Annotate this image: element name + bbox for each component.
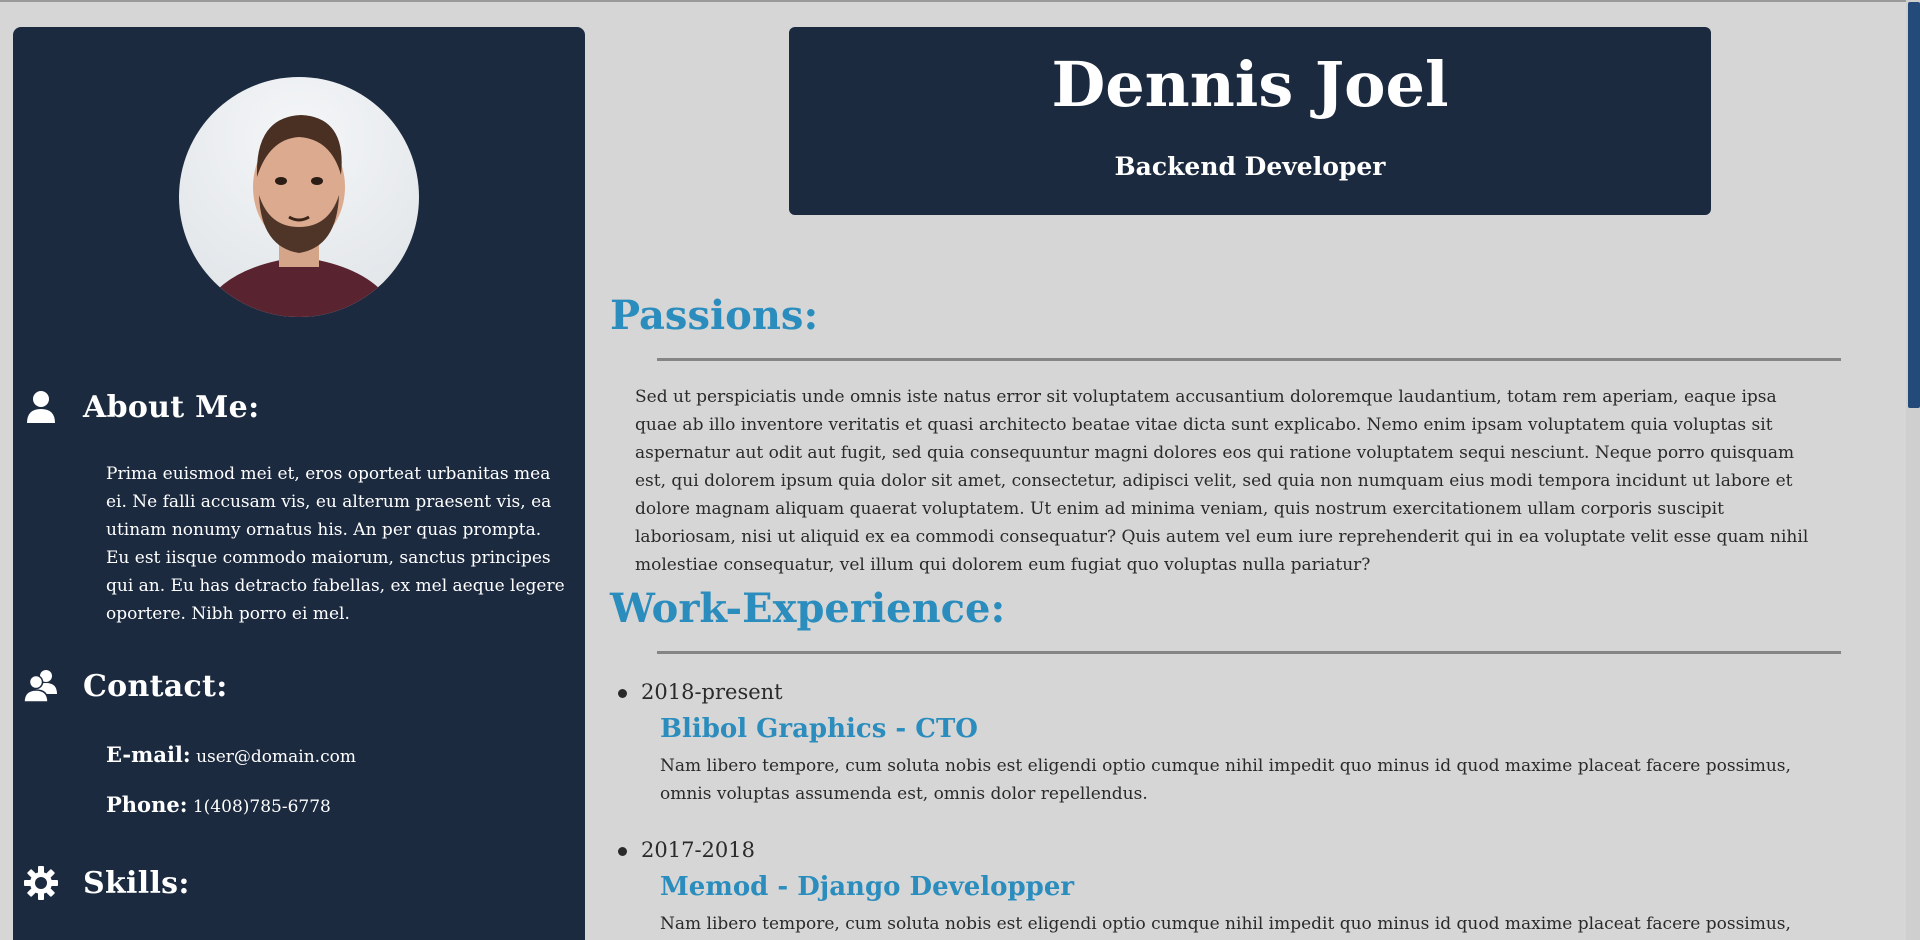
contact-heading: Contact: bbox=[83, 668, 228, 704]
contact-heading-row: Contact: bbox=[23, 668, 228, 704]
profile-name: Dennis Joel bbox=[1051, 48, 1449, 121]
avatar bbox=[179, 77, 419, 317]
phone-row: Phone: 1(408)785-6778 bbox=[106, 792, 331, 817]
list-bullet bbox=[618, 847, 627, 856]
gear-icon bbox=[24, 866, 58, 900]
phone-value[interactable]: 1(408)785-6778 bbox=[193, 797, 331, 817]
list-bullet bbox=[618, 689, 627, 698]
name-card: Dennis Joel Backend Developer bbox=[789, 27, 1711, 215]
about-heading-row: About Me: bbox=[23, 389, 259, 425]
email-row: E-mail: user@domain.com bbox=[106, 742, 356, 767]
job-dates: 2018-present bbox=[641, 680, 783, 704]
email-label: E-mail: bbox=[106, 742, 191, 767]
passions-text: Sed ut perspiciatis unde omnis iste natu… bbox=[635, 387, 1809, 575]
about-text: Prima euismod mei et, eros oporteat urba… bbox=[106, 464, 565, 624]
scrollbar-thumb[interactable] bbox=[1908, 2, 1920, 408]
profile-role: Backend Developer bbox=[1114, 152, 1386, 181]
user-icon bbox=[27, 391, 55, 423]
passions-divider bbox=[657, 358, 1841, 361]
users-icon bbox=[23, 670, 57, 703]
email-value[interactable]: user@domain.com bbox=[196, 747, 356, 767]
job-description: Nam libero tempore, cum soluta nobis est… bbox=[660, 756, 1791, 804]
profile-photo bbox=[199, 115, 399, 317]
work-heading: Work-Experience: bbox=[610, 585, 1006, 632]
skills-heading-row: Skills: bbox=[23, 865, 190, 901]
sidebar: About Me: Prima euismod mei et, eros opo… bbox=[13, 27, 585, 940]
job-description: Nam libero tempore, cum soluta nobis est… bbox=[660, 914, 1791, 934]
job-dates: 2017-2018 bbox=[641, 838, 755, 862]
job-title: Memod - Django Developper bbox=[660, 872, 1075, 902]
passions-heading: Passions: bbox=[610, 292, 819, 339]
job-title: Blibol Graphics - CTO bbox=[660, 714, 978, 744]
work-divider bbox=[657, 651, 1841, 654]
skills-heading: Skills: bbox=[83, 865, 190, 901]
top-border bbox=[0, 0, 1920, 2]
phone-label: Phone: bbox=[106, 792, 188, 817]
about-heading: About Me: bbox=[83, 389, 260, 425]
